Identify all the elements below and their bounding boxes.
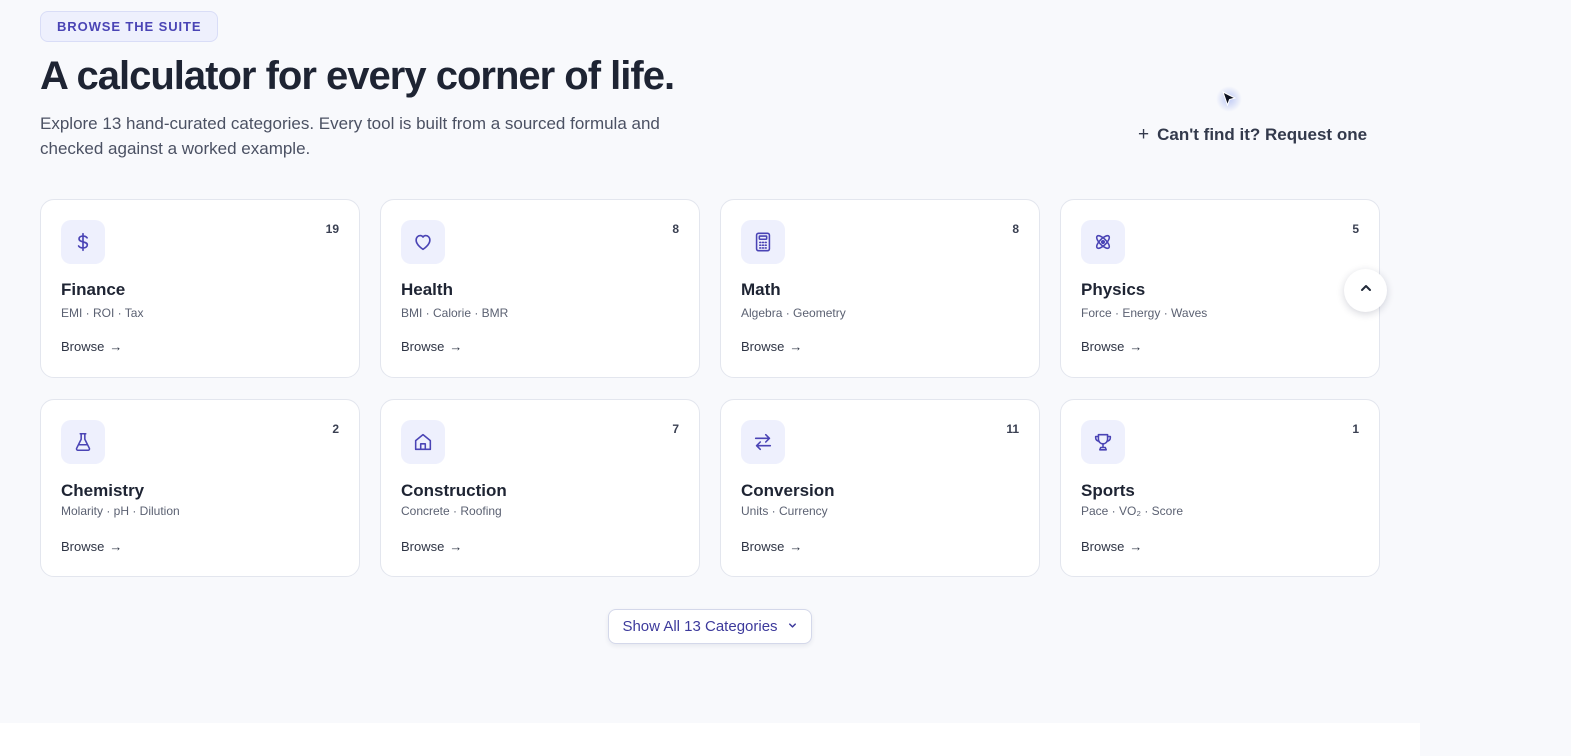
- category-card-math[interactable]: 8 Math Algebra · Geometry Browse →: [720, 199, 1040, 378]
- browse-link[interactable]: Browse →: [61, 339, 122, 354]
- scroll-to-top-button[interactable]: [1344, 269, 1387, 312]
- category-tags: Pace · VO₂ · Score: [1081, 504, 1184, 518]
- category-name: Construction: [401, 481, 507, 500]
- arrows-swap-icon: [741, 420, 785, 464]
- browse-label: Browse: [1081, 539, 1125, 554]
- category-name: Physics: [1081, 280, 1146, 299]
- category-name: Finance: [61, 280, 126, 299]
- category-card-chemistry[interactable]: 2 Chemistry Molarity · pH · Dilution Bro…: [40, 399, 360, 577]
- category-tags: Units · Currency: [741, 504, 828, 518]
- heart-icon: [401, 220, 445, 264]
- arrow-right-icon: →: [789, 539, 803, 554]
- plus-icon: +: [1138, 124, 1150, 145]
- browse-link[interactable]: Browse →: [401, 339, 462, 354]
- request-calculator-link[interactable]: + Can't find it? Request one: [1138, 124, 1367, 146]
- browse-label: Browse: [401, 339, 445, 354]
- category-card-finance[interactable]: 19 Finance EMI · ROI · Tax Browse →: [40, 199, 360, 378]
- category-name: Math: [741, 280, 781, 299]
- calculator-count: 11: [1006, 422, 1019, 436]
- browse-label: Browse: [61, 539, 105, 554]
- show-all-label: Show All 13 Categories: [622, 618, 778, 635]
- calculator-count: 2: [332, 422, 339, 436]
- request-calculator-label: Can't find it? Request one: [1157, 125, 1368, 144]
- category-name: Sports: [1081, 481, 1135, 500]
- arrow-right-icon: →: [1129, 339, 1143, 354]
- section-eyebrow-badge: BROWSE THE SUITE: [40, 11, 219, 42]
- next-section-edge: [0, 723, 1420, 756]
- calculator-count: 5: [1352, 222, 1359, 236]
- category-tags: Algebra · Geometry: [741, 306, 846, 320]
- calculator-count: 8: [672, 222, 679, 236]
- category-name: Chemistry: [61, 481, 145, 500]
- calculator-count: 7: [672, 422, 679, 436]
- category-tags: EMI · ROI · Tax: [61, 306, 144, 320]
- page-title: A calculator for every corner of life.: [40, 54, 675, 98]
- calculator-count: 8: [1012, 222, 1019, 236]
- arrow-right-icon: →: [109, 539, 123, 554]
- calculator-count: 1: [1352, 422, 1359, 436]
- arrow-right-icon: →: [789, 339, 803, 354]
- browse-link[interactable]: Browse →: [1081, 339, 1142, 354]
- browse-label: Browse: [401, 539, 445, 554]
- chevron-up-icon: [1359, 281, 1373, 300]
- flask-icon: [61, 420, 105, 464]
- category-tags: Force · Energy · Waves: [1081, 306, 1208, 320]
- browse-link[interactable]: Browse →: [401, 539, 462, 554]
- category-tags: Concrete · Roofing: [401, 504, 502, 518]
- browse-link[interactable]: Browse →: [1081, 539, 1142, 554]
- arrow-right-icon: →: [449, 339, 463, 354]
- browse-label: Browse: [1081, 339, 1125, 354]
- browse-label: Browse: [741, 339, 785, 354]
- category-card-sports[interactable]: 1 Sports Pace · VO₂ · Score Browse →: [1060, 399, 1380, 577]
- category-tags: BMI · Calorie · BMR: [401, 306, 509, 320]
- browse-link[interactable]: Browse →: [741, 339, 802, 354]
- category-name: Conversion: [741, 481, 835, 500]
- arrow-right-icon: →: [449, 539, 463, 554]
- category-grid: 19 Finance EMI · ROI · Tax Browse → 8 Hea…: [40, 199, 1380, 577]
- category-name: Health: [401, 280, 453, 299]
- category-tags: Molarity · pH · Dilution: [61, 504, 180, 518]
- calculator-count: 19: [325, 222, 339, 236]
- mouse-cursor-icon: [1216, 86, 1242, 112]
- category-card-physics[interactable]: 5 Physics Force · Energy · Waves Browse →: [1060, 199, 1380, 378]
- calculator-icon: [741, 220, 785, 264]
- category-card-health[interactable]: 8 Health BMI · Calorie · BMR Browse →: [380, 199, 700, 378]
- atom-icon: [1081, 220, 1125, 264]
- trophy-icon: [1081, 420, 1125, 464]
- page-subtitle: Explore 13 hand-curated categories. Ever…: [40, 114, 660, 158]
- house-icon: [401, 420, 445, 464]
- chevron-down-icon: [787, 618, 798, 635]
- browse-label: Browse: [61, 339, 105, 354]
- category-card-conversion[interactable]: 11 Conversion Units · Currency Browse →: [720, 399, 1040, 577]
- show-all-categories-button[interactable]: Show All 13 Categories: [608, 609, 812, 644]
- browse-label: Browse: [741, 539, 785, 554]
- dollar-icon: [61, 220, 105, 264]
- browse-link[interactable]: Browse →: [741, 539, 802, 554]
- browse-link[interactable]: Browse →: [61, 539, 122, 554]
- category-card-construction[interactable]: 7 Construction Concrete · Roofing Browse…: [380, 399, 700, 577]
- arrow-right-icon: →: [1129, 539, 1143, 554]
- arrow-right-icon: →: [109, 339, 123, 354]
